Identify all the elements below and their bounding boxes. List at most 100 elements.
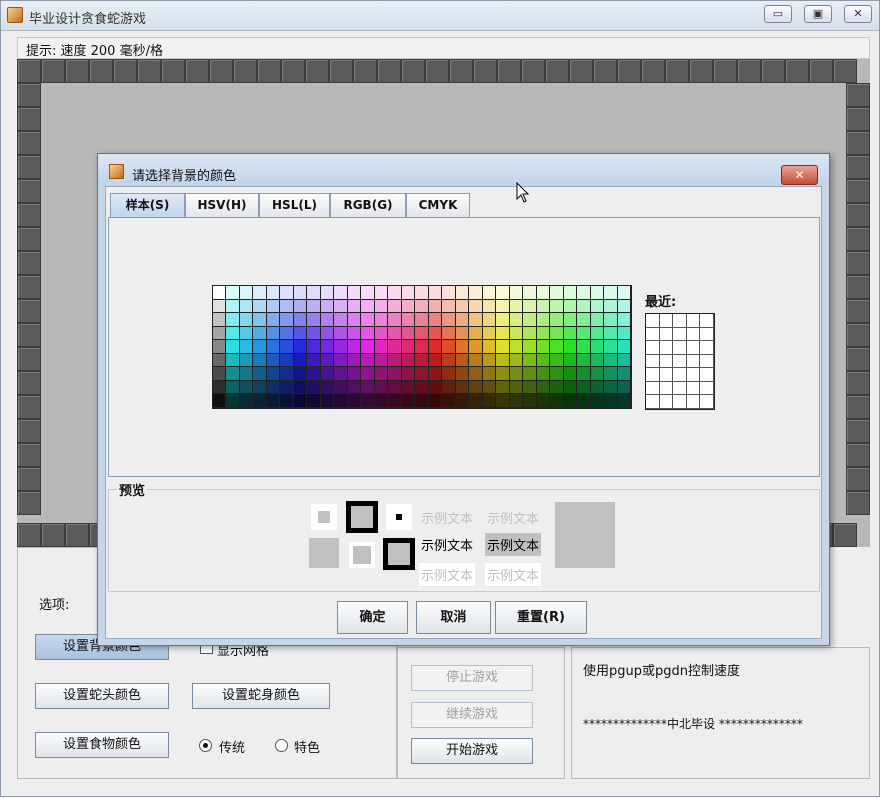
color-swatch[interactable] (496, 313, 510, 327)
color-swatch[interactable] (280, 380, 294, 395)
color-swatch[interactable] (280, 394, 294, 408)
color-swatch[interactable] (577, 353, 591, 368)
color-swatch[interactable] (550, 380, 564, 395)
color-swatch[interactable] (361, 340, 375, 354)
color-swatch[interactable] (455, 353, 470, 368)
color-swatch[interactable] (307, 353, 321, 368)
color-swatch[interactable] (604, 380, 618, 395)
color-swatch[interactable] (536, 340, 551, 354)
color-swatch[interactable] (469, 367, 483, 381)
color-swatch[interactable] (550, 353, 564, 368)
color-swatch[interactable] (253, 286, 267, 300)
color-swatch[interactable] (428, 340, 443, 354)
color-swatch[interactable] (577, 313, 591, 327)
color-swatch[interactable] (266, 313, 281, 327)
recent-swatch[interactable] (700, 327, 714, 342)
color-swatch[interactable] (604, 394, 618, 408)
color-swatch[interactable] (374, 367, 389, 381)
color-swatch[interactable] (307, 380, 321, 395)
color-swatch[interactable] (563, 313, 578, 327)
color-swatch[interactable] (347, 313, 362, 327)
color-swatch[interactable] (239, 286, 254, 300)
color-swatch[interactable] (374, 326, 389, 341)
color-swatch[interactable] (523, 299, 537, 314)
color-swatch[interactable] (361, 299, 375, 314)
color-swatch[interactable] (401, 367, 416, 381)
color-swatch[interactable] (334, 313, 348, 327)
color-swatch[interactable] (239, 394, 254, 408)
special-radio[interactable] (275, 739, 288, 752)
color-swatch[interactable] (388, 340, 402, 354)
color-swatch[interactable] (388, 326, 402, 341)
color-swatch[interactable] (415, 299, 429, 314)
color-swatch[interactable] (442, 394, 456, 408)
color-swatch[interactable] (455, 286, 470, 300)
color-swatch[interactable] (388, 394, 402, 408)
color-swatch[interactable] (563, 299, 578, 314)
color-swatch[interactable] (455, 313, 470, 327)
color-swatch[interactable] (320, 394, 335, 408)
color-swatch[interactable] (590, 380, 605, 395)
color-swatch[interactable] (604, 313, 618, 327)
color-swatch[interactable] (253, 340, 267, 354)
recent-swatch[interactable] (646, 341, 660, 355)
color-swatch[interactable] (523, 367, 537, 381)
color-swatch[interactable] (563, 380, 578, 395)
color-swatch[interactable] (496, 286, 510, 300)
color-swatch[interactable] (590, 286, 605, 300)
color-swatch[interactable] (280, 313, 294, 327)
color-swatch[interactable] (374, 340, 389, 354)
traditional-radio[interactable] (199, 739, 212, 752)
color-swatch[interactable] (563, 353, 578, 368)
set-food-color-button[interactable]: 设置食物颜色 (35, 732, 169, 758)
color-swatch[interactable] (213, 313, 227, 327)
color-swatch[interactable] (577, 299, 591, 314)
color-swatch[interactable] (563, 394, 578, 408)
color-swatch[interactable] (266, 326, 281, 341)
color-swatch[interactable] (280, 299, 294, 314)
color-swatch[interactable] (577, 367, 591, 381)
color-swatch[interactable] (536, 380, 551, 395)
color-swatch[interactable] (415, 380, 429, 395)
color-swatch[interactable] (226, 313, 240, 327)
recent-swatch[interactable] (659, 368, 674, 382)
color-swatch[interactable] (482, 353, 497, 368)
color-swatch[interactable] (213, 299, 227, 314)
color-swatch[interactable] (617, 394, 631, 408)
recent-swatch[interactable] (673, 381, 687, 396)
color-swatch[interactable] (307, 367, 321, 381)
color-swatch[interactable] (361, 380, 375, 395)
color-swatch[interactable] (536, 313, 551, 327)
maximize-button[interactable]: ▣ (804, 5, 832, 23)
color-swatch[interactable] (604, 353, 618, 368)
color-swatch[interactable] (415, 286, 429, 300)
color-swatch[interactable] (334, 380, 348, 395)
recent-swatch[interactable] (673, 395, 687, 409)
color-swatch[interactable] (266, 299, 281, 314)
color-swatch[interactable] (401, 353, 416, 368)
color-swatch[interactable] (617, 313, 631, 327)
color-swatch[interactable] (577, 326, 591, 341)
color-swatch[interactable] (428, 353, 443, 368)
recent-swatch[interactable] (700, 381, 714, 396)
color-swatch[interactable] (617, 299, 631, 314)
color-swatch[interactable] (550, 340, 564, 354)
color-swatch[interactable] (253, 353, 267, 368)
color-swatch[interactable] (213, 367, 227, 381)
color-swatch[interactable] (293, 367, 308, 381)
color-swatch[interactable] (213, 340, 227, 354)
tab-cmyk[interactable]: CMYK (406, 193, 470, 217)
color-swatch[interactable] (320, 286, 335, 300)
ok-button[interactable]: 确定 (337, 601, 408, 634)
color-swatch[interactable] (509, 353, 524, 368)
color-swatch[interactable] (374, 353, 389, 368)
color-swatch[interactable] (509, 313, 524, 327)
color-swatch[interactable] (550, 313, 564, 327)
color-swatch[interactable] (428, 380, 443, 395)
tab-hsl[interactable]: HSL(L) (259, 193, 330, 217)
color-swatch[interactable] (320, 340, 335, 354)
color-swatch[interactable] (590, 326, 605, 341)
color-swatch[interactable] (320, 353, 335, 368)
color-swatch[interactable] (617, 286, 631, 300)
color-swatch[interactable] (523, 313, 537, 327)
